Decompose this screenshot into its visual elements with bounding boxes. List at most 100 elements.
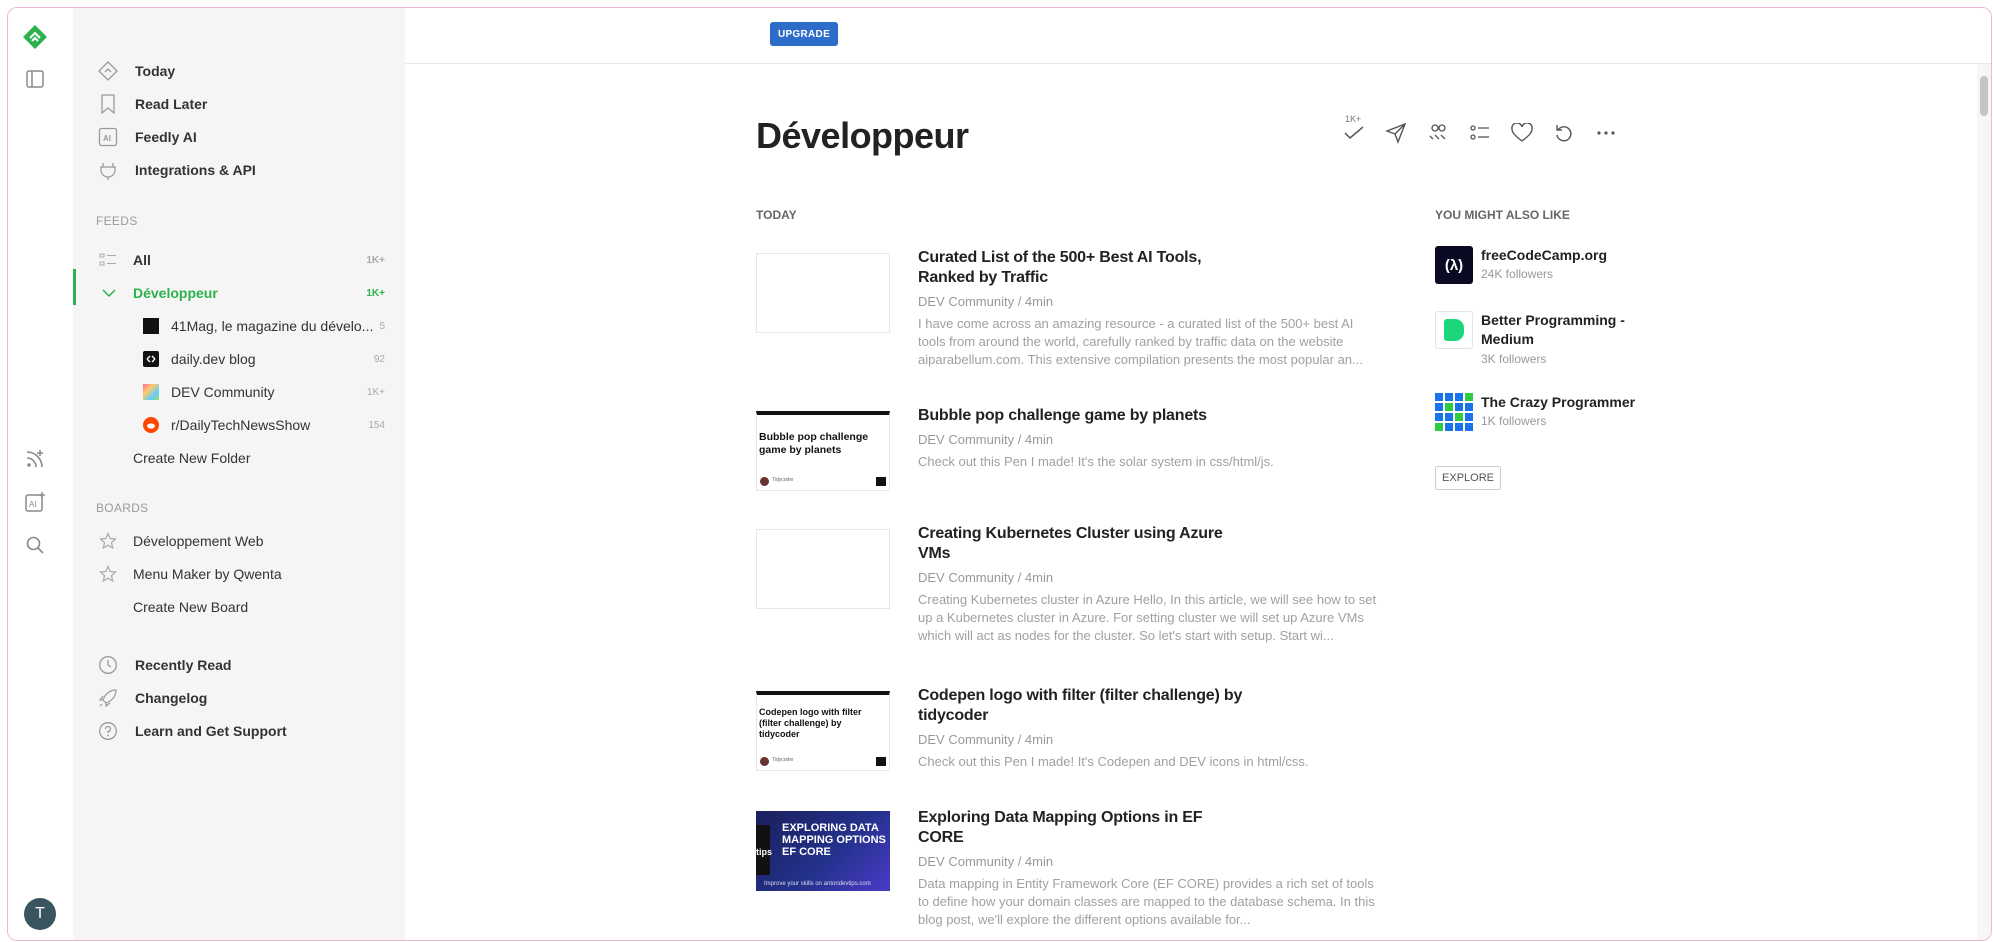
article-title[interactable]: Exploring Data Mapping Options in EF COR… — [918, 808, 1218, 848]
top-bar: UPGRADE — [405, 8, 1991, 64]
thumbnail-footer: Improve your skills on antondevtips.com — [764, 881, 871, 887]
thumbnail-text: Codepen logo with filter (filter challen… — [759, 707, 862, 739]
article-item[interactable]: Curated List of the 500+ Best AI Tools, … — [756, 248, 1376, 367]
feed-label: daily.dev blog — [171, 351, 256, 367]
mark-all-read-button[interactable]: 1K+ — [1341, 114, 1367, 146]
article-description: I have come across an amazing resource -… — [918, 316, 1363, 367]
board-menu-maker[interactable]: Menu Maker by Qwenta — [73, 561, 405, 587]
nav-label: Integrations & API — [135, 162, 256, 178]
nav-label: Recently Read — [135, 657, 232, 673]
article-meta: DEV Community / 4min — [918, 732, 1054, 747]
article-item[interactable]: Bubble pop challenge game by planets Tid… — [756, 406, 1376, 494]
people-icon[interactable] — [1425, 120, 1451, 146]
add-ai-feed-icon[interactable]: AI — [20, 487, 50, 517]
thumbnail-side-text: tips — [756, 847, 773, 857]
article-meta: DEV Community / 4min — [918, 570, 1054, 585]
article-item[interactable]: Codepen logo with filter (filter challen… — [756, 686, 1376, 774]
refresh-icon[interactable] — [1551, 120, 1577, 146]
nav-feedly-ai[interactable]: AI Feedly AI — [97, 125, 197, 149]
logo-letter: B — [1444, 319, 1464, 341]
board-label: Développement Web — [133, 533, 264, 549]
nav-label: Learn and Get Support — [135, 723, 287, 739]
article-thumbnail: Bubble pop challenge game by planets Tid… — [756, 411, 890, 491]
article-thumbnail — [756, 253, 890, 333]
nav-today[interactable]: Today — [97, 59, 175, 83]
list-view-icon[interactable] — [1467, 120, 1493, 146]
upgrade-button[interactable]: UPGRADE — [770, 22, 838, 46]
better-programming-logo-icon: B — [1435, 311, 1473, 349]
unread-count: 5 — [379, 320, 385, 332]
star-icon — [97, 563, 119, 585]
feed-41mag[interactable]: 41Mag, le magazine du dévelo... 5 — [73, 313, 405, 339]
reddit-logo-icon — [143, 417, 159, 433]
article-meta: DEV Community / 4min — [918, 294, 1054, 309]
sidebar-toggle-icon[interactable] — [20, 64, 50, 94]
article-description: Creating Kubernetes cluster in Azure Hel… — [918, 592, 1377, 643]
feed-dev-community[interactable]: DEV Community 1K+ — [73, 379, 405, 405]
thumbnail-text: Bubble pop challenge game by planets — [759, 431, 869, 456]
nav-learn-support[interactable]: Learn and Get Support — [97, 719, 287, 743]
author-avatar — [760, 477, 769, 486]
article-item[interactable]: Creating Kubernetes Cluster using Azure … — [756, 524, 1376, 643]
suggestion-followers: 24K followers — [1481, 267, 1554, 281]
feed-dailydev[interactable]: daily.dev blog 92 — [73, 346, 405, 372]
today-icon — [97, 60, 119, 82]
article-title[interactable]: Creating Kubernetes Cluster using Azure … — [918, 524, 1238, 564]
create-board-link[interactable]: Create New Board — [73, 594, 405, 620]
chevron-down-icon[interactable] — [101, 285, 117, 301]
article-thumbnail: Codepen logo with filter (filter challen… — [756, 691, 890, 771]
page-title: Développeur — [756, 115, 969, 156]
icon-rail: AI T — [8, 8, 73, 940]
article-description: Check out this Pen I made! It's Codepen … — [918, 754, 1309, 769]
ai-icon: AI — [97, 126, 119, 148]
unread-count: 1K+ — [366, 386, 385, 398]
send-icon[interactable] — [1383, 120, 1409, 146]
feed-label: 41Mag, le magazine du dévelo... — [171, 318, 374, 334]
article-item[interactable]: tips EXPLORING DATA MAPPING OPTIONS EF C… — [756, 808, 1376, 938]
more-options-icon[interactable] — [1593, 120, 1619, 146]
add-feed-icon[interactable] — [20, 444, 50, 474]
heart-icon[interactable] — [1509, 120, 1535, 146]
article-title[interactable]: Curated List of the 500+ Best AI Tools, … — [918, 248, 1218, 288]
freecodecamp-logo-icon: (λ) — [1435, 246, 1473, 284]
create-folder-label: Create New Folder — [133, 450, 251, 466]
article-meta: DEV Community / 4min — [918, 854, 1054, 869]
board-developpement-web[interactable]: Développement Web — [73, 528, 405, 554]
suggestion-freecodecamp[interactable]: (λ) freeCodeCamp.org 24K followers — [1435, 246, 1675, 290]
article-title[interactable]: Codepen logo with filter (filter challen… — [918, 686, 1248, 726]
explore-button[interactable]: EXPLORE — [1435, 466, 1501, 490]
nav-recently-read[interactable]: Recently Read — [97, 653, 231, 677]
nav-label: Read Later — [135, 96, 208, 112]
suggestion-crazy-programmer[interactable]: The Crazy Programmer 1K followers — [1435, 393, 1675, 437]
app-window: AI T Today Read Later AI Feedly AI Integ… — [7, 7, 1992, 941]
feed-all[interactable]: All 1K+ — [73, 247, 405, 273]
suggestion-followers: 1K followers — [1481, 414, 1547, 428]
nav-read-later[interactable]: Read Later — [97, 92, 207, 116]
svg-text:AI: AI — [29, 500, 37, 509]
create-folder-link[interactable]: Create New Folder — [73, 445, 405, 471]
suggestion-followers: 3K followers — [1481, 352, 1547, 366]
nav-changelog[interactable]: Changelog — [97, 686, 207, 710]
dev-logo-icon — [876, 477, 886, 486]
create-board-label: Create New Board — [133, 599, 249, 615]
section-suggestions: YOU MIGHT ALSO LIKE — [1435, 208, 1570, 222]
suggestion-name: freeCodeCamp.org — [1481, 247, 1608, 263]
scrollbar[interactable] — [1977, 64, 1991, 940]
mark-read-count: 1K+ — [1345, 114, 1362, 124]
article-title[interactable]: Bubble pop challenge game by planets — [918, 406, 1218, 426]
board-label: Menu Maker by Qwenta — [133, 566, 282, 582]
nav-integrations[interactable]: Integrations & API — [97, 158, 256, 182]
article-description: Check out this Pen I made! It's the sola… — [918, 454, 1274, 469]
folder-developpeur[interactable]: Développeur 1K+ — [73, 280, 405, 306]
user-avatar[interactable]: T — [24, 898, 56, 930]
unread-count: 154 — [368, 419, 385, 431]
search-icon[interactable] — [20, 530, 50, 560]
suggestion-name: Better Programming - Medium — [1481, 312, 1625, 347]
feedly-logo-icon[interactable] — [20, 22, 50, 52]
scrollbar-thumb[interactable] — [1980, 76, 1988, 116]
clock-icon — [97, 654, 119, 676]
feed-label: r/DailyTechNewsShow — [171, 417, 311, 433]
suggestion-better-programming[interactable]: B Better Programming - Medium 3K followe… — [1435, 311, 1675, 371]
feeds-section-title: FEEDS — [96, 214, 138, 228]
feed-dailytechnewsshow[interactable]: r/DailyTechNewsShow 154 — [73, 412, 405, 438]
